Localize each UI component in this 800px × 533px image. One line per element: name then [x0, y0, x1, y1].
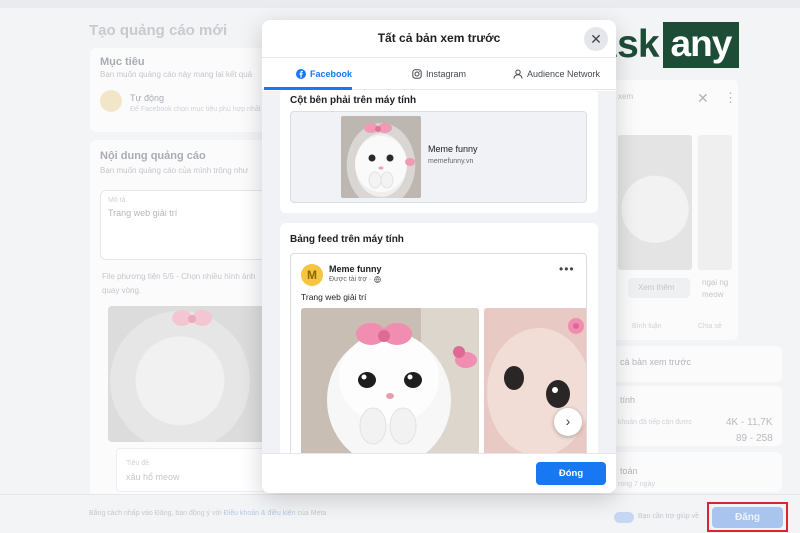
caption-2: meow	[702, 290, 724, 299]
modal-body[interactable]: Cột bên phải trên máy tính Meme funny me…	[262, 91, 616, 453]
media-label: File phương tiện 5/5 - Chọn nhiều hình ả…	[102, 272, 256, 281]
section-label: Cột bên phải trên máy tính	[290, 95, 417, 106]
sponsored-label: Được tài trợ ·	[329, 276, 372, 283]
more-options-icon[interactable]: •••	[559, 262, 575, 276]
globe-icon	[374, 276, 382, 283]
content-heading: Nội dung quảng cáo	[100, 150, 206, 162]
bow-decoration	[172, 310, 212, 326]
tab-audience-network[interactable]: Audience Network	[513, 58, 600, 90]
goal-subtitle: Bạn muốn quảng cáo này mang lại kết quả	[100, 70, 253, 79]
logo-text-any: any	[662, 22, 740, 68]
desktop-right-column-section: Cột bên phải trên máy tính Meme funny me…	[280, 91, 598, 213]
more-options-icon[interactable]: ⋮	[724, 90, 737, 106]
modal-title: Tất cả bản xem trước	[377, 31, 501, 45]
ad-name: Meme funny	[428, 144, 478, 154]
publish-button[interactable]: Đăng	[712, 507, 783, 528]
ad-url: memefunny.vn	[428, 158, 474, 165]
caption-1: ngại ng	[702, 278, 729, 287]
headline-label: Tiêu đề	[126, 460, 150, 467]
help-text[interactable]: Bạn cần trợ giúp về	[638, 513, 699, 520]
share-label[interactable]: Chia sẻ	[698, 323, 722, 330]
budget-label: toán	[620, 466, 638, 476]
see-more-label: Xem thêm	[638, 283, 675, 292]
goal-value[interactable]: Tự động	[130, 93, 164, 103]
description-value: Trang web giải trí	[108, 208, 178, 218]
top-bar	[0, 0, 800, 8]
terms-link[interactable]: Điều khoản & điều kiện	[224, 510, 296, 517]
duration-label: rong 7 ngày	[618, 481, 655, 488]
headline-value: xâu hổ meow	[126, 472, 180, 482]
image-carousel[interactable]: ›	[291, 308, 586, 453]
instagram-icon	[412, 69, 422, 79]
section-label: Bảng feed trên máy tính	[290, 234, 404, 245]
preview-image-1	[618, 135, 692, 270]
kitten-image	[355, 123, 415, 192]
help-toggle[interactable]	[614, 512, 634, 523]
audience-network-icon	[513, 69, 523, 79]
tab-facebook[interactable]: Facebook	[296, 58, 352, 90]
post-meta: Được tài trợ ·	[329, 276, 382, 283]
reach-label: khoản đã tiếp cận được	[618, 419, 692, 426]
carousel-image-1	[301, 308, 479, 453]
done-button[interactable]: Đóng	[536, 462, 606, 485]
goal-heading: Mục tiêu	[100, 56, 145, 68]
comment-label[interactable]: Bình luận	[632, 323, 662, 330]
desktop-feed-section: Bảng feed trên máy tính M Meme funny Đượ…	[280, 223, 598, 453]
next-arrow-button[interactable]: ›	[554, 408, 582, 436]
tab-instagram[interactable]: Instagram	[412, 58, 466, 90]
right-column-ad-preview: Meme funny memefunny.vn	[290, 111, 587, 203]
tab-label: Facebook	[310, 69, 353, 79]
close-icon[interactable]: ✕	[584, 27, 608, 51]
preview-top-label: xem	[618, 92, 634, 101]
page-title: Tạo quảng cáo mới	[89, 22, 228, 39]
reach-range: 4K - 11,7K	[726, 417, 773, 428]
terms-text: Bằng cách nhấp vào Đăng, bạn đồng ý với …	[89, 510, 327, 517]
facebook-icon	[296, 69, 306, 79]
tab-label: Instagram	[426, 69, 467, 79]
modal-footer: Đóng	[262, 453, 616, 493]
platform-tabs: Facebook Instagram Audience Network	[262, 58, 616, 90]
clicks-range: 89 - 258	[736, 433, 773, 444]
goal-hint: Để Facebook chọn mục tiêu phù hợp nhất	[130, 106, 261, 113]
media-label-2: quay vòng.	[102, 286, 142, 295]
all-previews-modal: Tất cả bản xem trước ✕ Facebook Instagra…	[262, 20, 616, 493]
post-text: Trang web giải trí	[301, 292, 367, 302]
kitten-image	[301, 308, 479, 453]
preview-image-2	[698, 135, 732, 270]
goal-icon	[100, 90, 122, 112]
estimate-label: tính	[620, 395, 636, 405]
all-previews-label[interactable]: cả bản xem trước	[620, 357, 691, 367]
close-icon[interactable]: ✕	[697, 90, 709, 107]
description-label: Mô tả	[108, 197, 126, 204]
post-page-name: Meme funny	[329, 264, 382, 274]
content-subtitle: Bạn muốn quảng cáo của mình trông như	[100, 166, 249, 175]
tab-label: Audience Network	[527, 69, 601, 79]
headline-field[interactable]	[116, 448, 266, 492]
avatar: M	[301, 264, 323, 286]
ad-thumbnail	[341, 116, 421, 198]
active-tab-indicator	[264, 87, 352, 90]
feed-post-preview: M Meme funny Được tài trợ · ••• Trang we…	[290, 253, 587, 453]
modal-header: Tất cả bản xem trước ✕	[262, 20, 616, 58]
